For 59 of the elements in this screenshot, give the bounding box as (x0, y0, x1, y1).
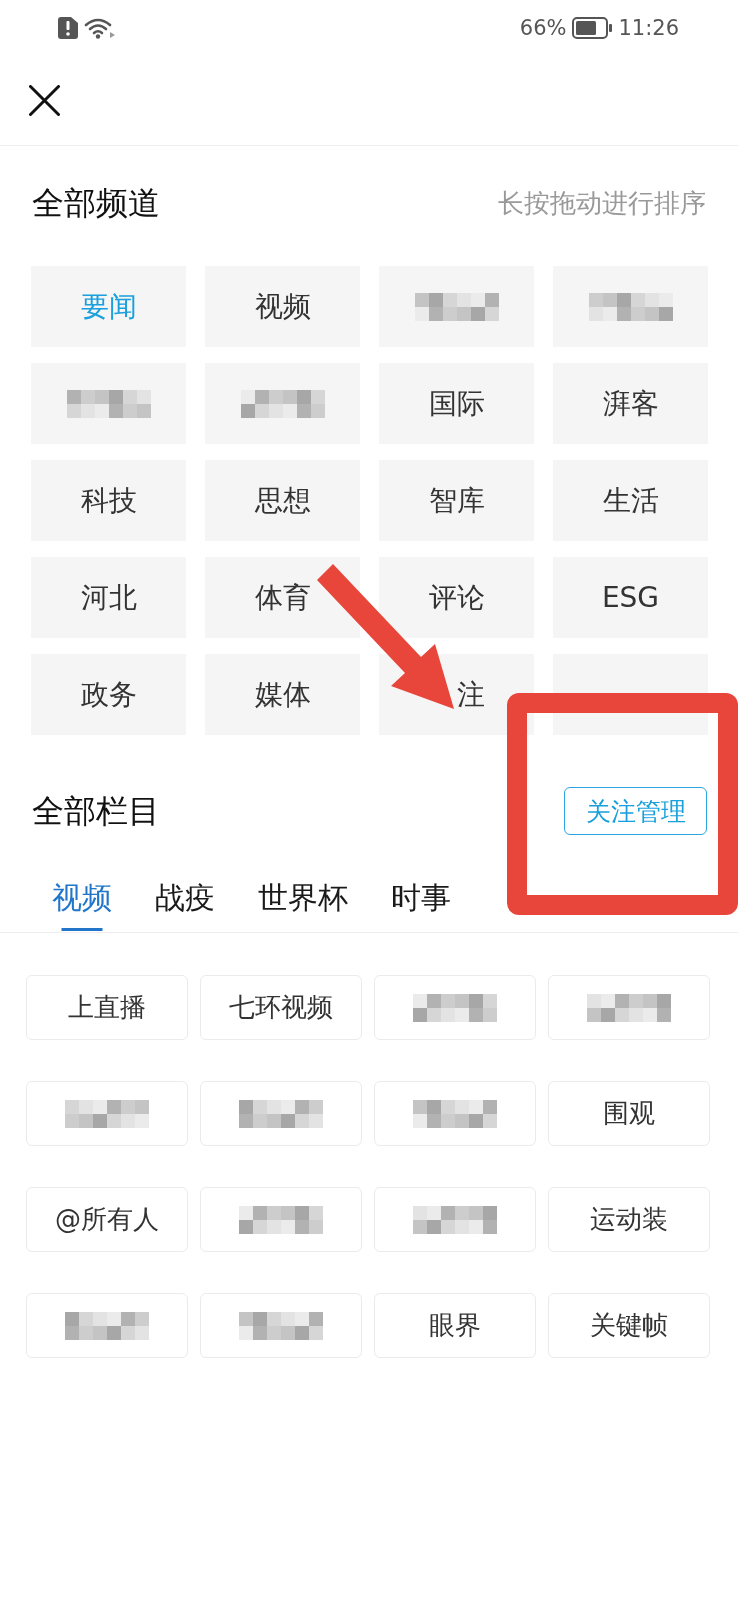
column-item[interactable] (374, 1081, 536, 1146)
channel-item[interactable] (379, 266, 534, 347)
column-item[interactable]: 上直播 (26, 975, 188, 1040)
channel-item[interactable]: 湃客 (553, 363, 708, 444)
battery-percent: 66% (519, 16, 567, 40)
column-item[interactable] (26, 1293, 188, 1358)
category-tab[interactable]: 视频 (52, 870, 112, 932)
close-icon[interactable] (29, 85, 60, 116)
mosaic-blur-icon (239, 1205, 323, 1234)
mosaic-blur-icon (413, 993, 497, 1022)
mosaic-blur-icon (65, 1311, 149, 1340)
channel-item[interactable]: 智库 (379, 460, 534, 541)
channel-item[interactable]: 体育 (205, 557, 360, 638)
category-tab[interactable]: 战疫 (155, 870, 215, 932)
mosaic-blur-icon (239, 1311, 323, 1340)
column-item[interactable] (200, 1187, 362, 1252)
column-item[interactable] (548, 975, 710, 1040)
column-item[interactable] (26, 1081, 188, 1146)
channel-item[interactable]: 视频 (205, 266, 360, 347)
channel-item[interactable] (205, 363, 360, 444)
channel-item[interactable]: ESG (553, 557, 708, 638)
category-tab[interactable]: 时事 (391, 870, 451, 932)
mosaic-blur-icon (65, 1099, 149, 1128)
mosaic-blur-icon (587, 993, 671, 1022)
mosaic-blur-icon (588, 292, 673, 321)
battery-icon (572, 17, 613, 39)
mosaic-blur-icon (240, 389, 325, 418)
column-item[interactable] (374, 975, 536, 1040)
mosaic-blur-icon (239, 1099, 323, 1128)
section-title: 全部频道 (32, 183, 160, 223)
channel-item[interactable]: 科技 (31, 460, 186, 541)
column-item[interactable]: @所有人 (26, 1187, 188, 1252)
column-item[interactable]: 运动装 (548, 1187, 710, 1252)
category-tab[interactable]: 世界杯 (258, 870, 348, 932)
channel-item[interactable]: 政务 (31, 654, 186, 735)
channel-item[interactable]: 生活 (553, 460, 708, 541)
sim-alert-icon (58, 17, 78, 39)
channel-item[interactable]: 评论 (379, 557, 534, 638)
column-item[interactable]: 围观 (548, 1081, 710, 1146)
channel-item[interactable]: 媒体 (205, 654, 360, 735)
column-item[interactable]: 眼界 (374, 1293, 536, 1358)
mosaic-blur-icon (414, 292, 499, 321)
channel-item[interactable]: 国际 (379, 363, 534, 444)
column-item[interactable]: 关键帧 (548, 1293, 710, 1358)
column-item[interactable]: 七环视频 (200, 975, 362, 1040)
mosaic-blur-icon (66, 389, 151, 418)
sort-hint: 长按拖动进行排序 (498, 187, 706, 219)
mosaic-blur-icon (413, 1099, 497, 1128)
channel-item[interactable] (553, 266, 708, 347)
section-title: 全部栏目 (32, 791, 160, 831)
mosaic-blur-icon (413, 1205, 497, 1234)
column-item[interactable] (200, 1081, 362, 1146)
channel-item[interactable]: 河北 (31, 557, 186, 638)
column-item[interactable] (200, 1293, 362, 1358)
wifi-icon (84, 17, 116, 39)
channel-item[interactable] (31, 363, 186, 444)
clock-time: 11:26 (618, 16, 679, 40)
column-item[interactable] (374, 1187, 536, 1252)
channel-item[interactable]: 思想 (205, 460, 360, 541)
